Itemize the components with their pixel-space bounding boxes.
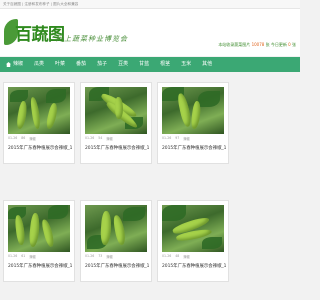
card-meta: 01-26 61 辣椒: [8, 253, 70, 259]
pepper-photo[interactable]: [162, 87, 224, 134]
card-caption[interactable]: 2015年广东春种植展示会辣椒_118.jpg: [162, 145, 226, 151]
stats-prefix: 本站收录蔬菜图片: [218, 42, 251, 47]
card-views: 48: [175, 254, 180, 258]
card-meta: 01-26 48 辣椒: [162, 253, 224, 259]
card-meta: 01-26 54 辣椒: [85, 135, 147, 141]
card-views: 86: [21, 136, 26, 140]
card-date: 01-26: [8, 136, 18, 140]
card-tag[interactable]: 辣椒: [183, 254, 189, 259]
nav-item[interactable]: 其他: [197, 57, 218, 72]
card-caption[interactable]: 2015年广东春种植展示会辣椒_120.jpg: [8, 145, 72, 151]
card-tag[interactable]: 辣椒: [106, 254, 112, 259]
pepper-photo[interactable]: [8, 205, 70, 252]
card-meta: 01-26 97 辣椒: [162, 135, 224, 141]
card-caption[interactable]: 2015年广东春种植展示会辣椒_117.jpg: [8, 263, 72, 269]
stats-mid: 张 今日更新: [265, 42, 287, 47]
card-date: 01-26: [162, 136, 172, 140]
top-utility-bar: 关于百蔬图 | 注册和发布种子 | 图片大全和兼容: [0, 0, 300, 9]
image-card[interactable]: 01-26 97 辣椒 2015年广东春种植展示会辣椒_118.jpg: [157, 82, 229, 164]
site-header: 百蔬图 网上蔬菜种业博览会 本站收录蔬菜图片 10078 张 今日更新 0 张: [0, 9, 300, 56]
card-meta: 01-26 73 辣椒: [85, 253, 147, 259]
card-views: 54: [98, 136, 103, 140]
nav-item[interactable]: 茄子: [92, 57, 113, 72]
image-card[interactable]: 01-26 54 辣椒 2015年广东春种植展示会辣椒_119.jpg: [80, 82, 152, 164]
card-date: 01-26: [8, 254, 18, 258]
image-card[interactable]: 01-26 73 辣椒 2015年广东春种植展示会辣椒_116.jpg: [80, 200, 152, 282]
card-date: 01-26: [162, 254, 172, 258]
card-tag[interactable]: 辣椒: [29, 254, 35, 259]
top-utility-links[interactable]: 关于百蔬图 | 注册和发布种子 | 图片大全和兼容: [3, 2, 78, 6]
image-card[interactable]: 01-26 48 辣椒 2015年广东春种植展示会辣椒_115.jpg: [157, 200, 229, 282]
pepper-photo[interactable]: [85, 87, 147, 134]
stats-suffix: 张: [292, 42, 296, 47]
card-tag[interactable]: 辣椒: [183, 136, 189, 141]
pepper-photo[interactable]: [8, 87, 70, 134]
stats-today-count: 0: [288, 42, 291, 47]
nav-item[interactable]: 甘蓝: [134, 57, 155, 72]
nav-item[interactable]: 叶菜: [50, 57, 71, 72]
card-views: 97: [175, 136, 180, 140]
pepper-photo[interactable]: [162, 205, 224, 252]
image-card[interactable]: 01-26 61 辣椒 2015年广东春种植展示会辣椒_117.jpg: [3, 200, 75, 282]
nav-home-label: 辣椒: [13, 61, 24, 67]
card-caption[interactable]: 2015年广东春种植展示会辣椒_116.jpg: [85, 263, 149, 269]
pepper-photo[interactable]: [85, 205, 147, 252]
site-slogan: 网上蔬菜种业博览会: [56, 35, 128, 43]
card-date: 01-26: [85, 136, 95, 140]
nav-item[interactable]: 玉米: [176, 57, 197, 72]
home-icon: [6, 62, 11, 67]
card-tag[interactable]: 辣椒: [29, 136, 35, 141]
card-meta: 01-26 86 辣椒: [8, 135, 70, 141]
nav-item-home[interactable]: 辣椒: [0, 57, 29, 72]
card-views: 73: [98, 254, 103, 258]
image-stats: 本站收录蔬菜图片 10078 张 今日更新 0 张: [218, 42, 296, 48]
nav-item[interactable]: 番茄: [71, 57, 92, 72]
stats-total-count: 10078: [251, 42, 265, 47]
nav-item[interactable]: 豆类: [113, 57, 134, 72]
main-nav: 辣椒 瓜类 叶菜 番茄 茄子 豆类 甘蓝 根茎 玉米 其他: [0, 57, 300, 72]
card-caption[interactable]: 2015年广东春种植展示会辣椒_115.jpg: [162, 263, 226, 269]
card-date: 01-26: [85, 254, 95, 258]
nav-item[interactable]: 根茎: [155, 57, 176, 72]
card-caption[interactable]: 2015年广东春种植展示会辣椒_119.jpg: [85, 145, 149, 151]
image-card[interactable]: 01-26 86 辣椒 2015年广东春种植展示会辣椒_120.jpg: [3, 82, 75, 164]
card-tag[interactable]: 辣椒: [106, 136, 112, 141]
nav-item[interactable]: 瓜类: [29, 57, 50, 72]
card-views: 61: [21, 254, 26, 258]
